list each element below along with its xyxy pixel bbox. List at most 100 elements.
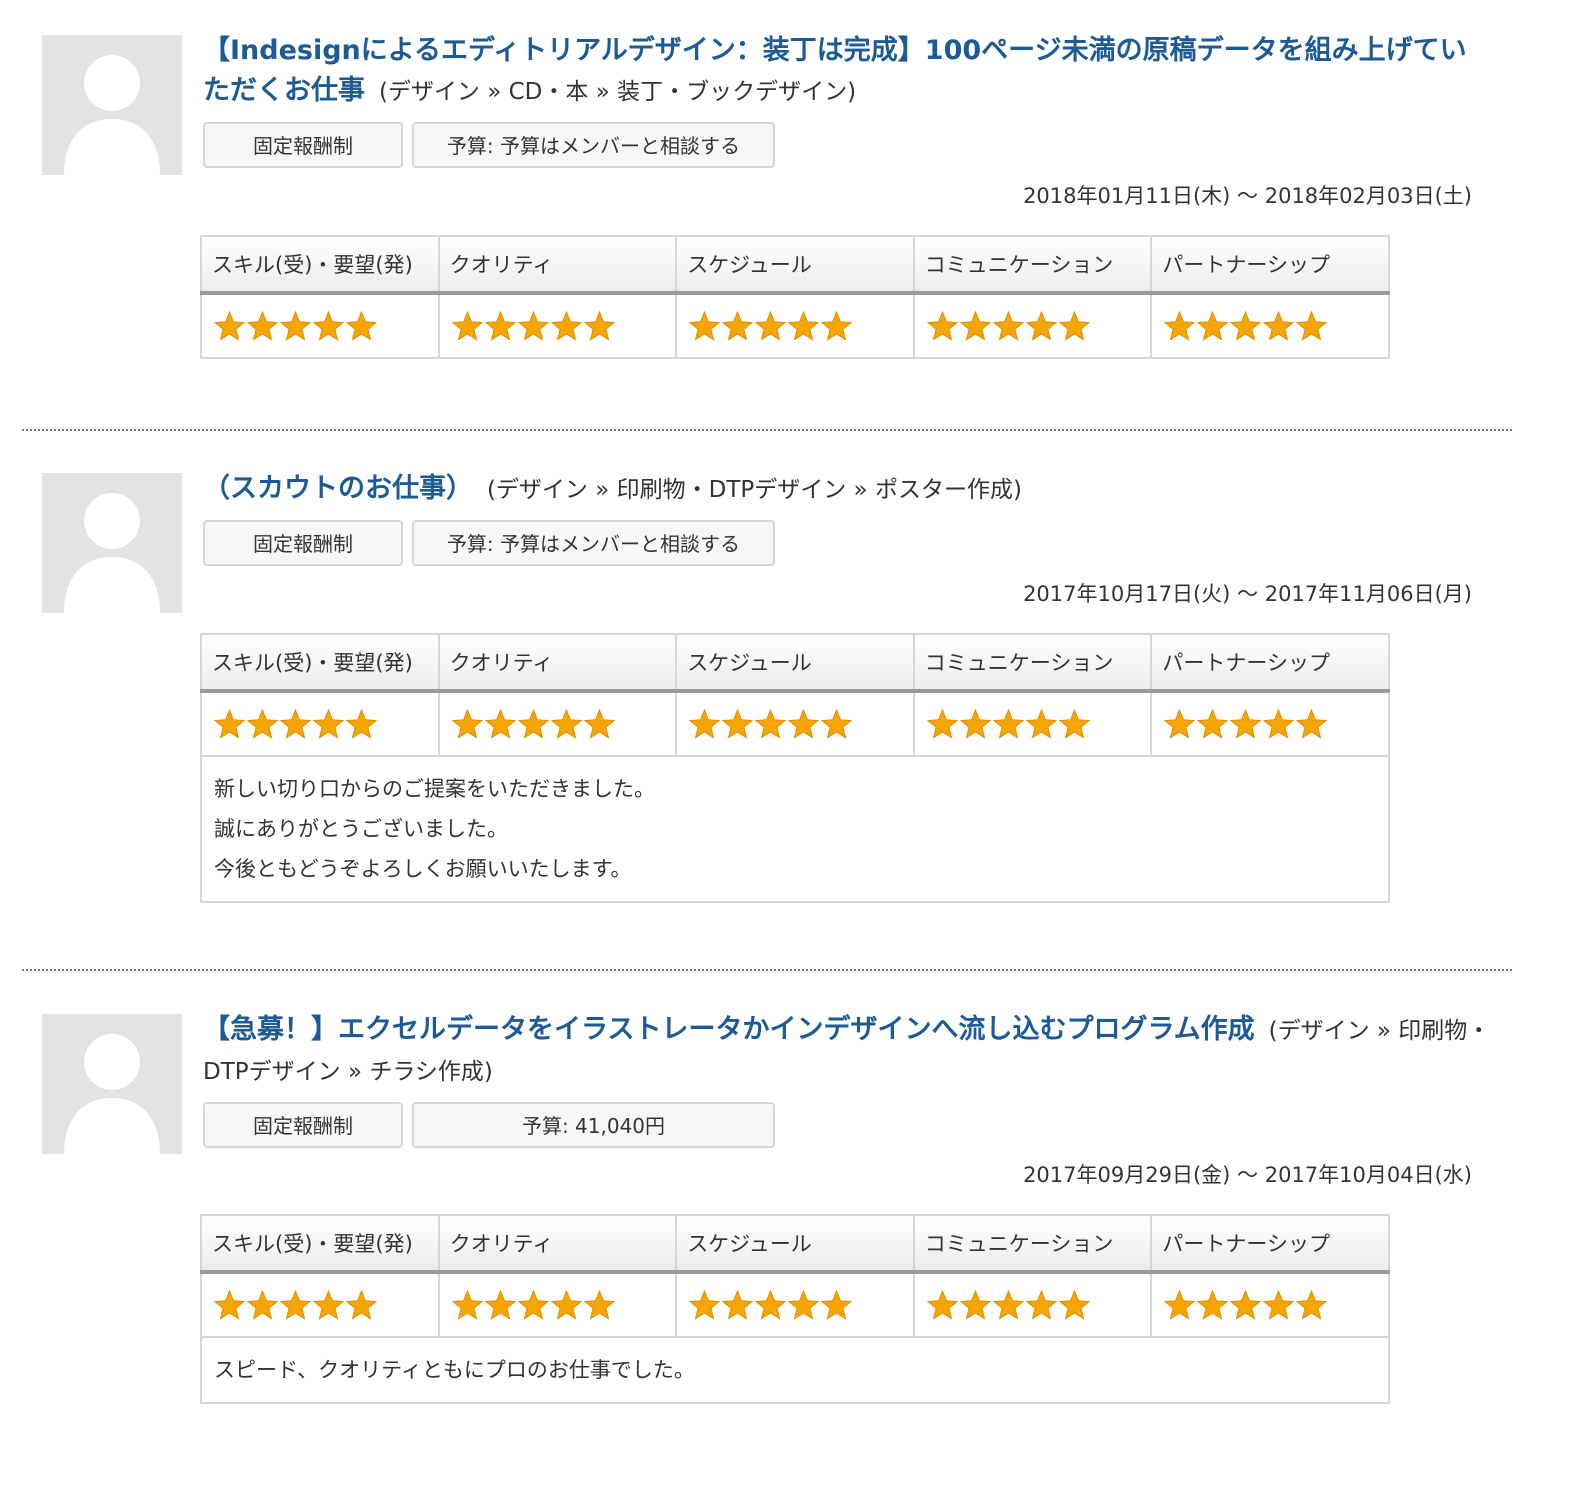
ratings-table: スキル(受)・要望(発) クオリティ スケジュール コミュニケーション パートナーシップ… [200, 1214, 1390, 1404]
star-icon [722, 311, 754, 341]
job-tags: 固定報酬制 予算: 予算はメンバーと相談する [203, 520, 1493, 570]
pay-type-badge: 固定報酬制 [203, 1102, 403, 1148]
ratings-star-row [200, 292, 1390, 359]
rating-criterion-header: スキル(受)・要望(発) [200, 235, 440, 295]
default-user-avatar-icon [42, 35, 182, 175]
job-tags: 固定報酬制 予算: 予算はメンバーと相談する [203, 122, 1493, 172]
review-comment-line: 今後ともどうぞよろしくお願いいたします。 [214, 857, 632, 881]
job-period: 2018年01月11日(木) 〜 2018年02月03日(土) [1023, 180, 1472, 210]
star-icon [247, 709, 278, 739]
rating-criterion-header: コミュニケーション [912, 235, 1153, 295]
period-start: 2017年10月17日(火) [1023, 582, 1231, 606]
rating-criterion-header: コミュニケーション [912, 633, 1153, 693]
rating-criterion-header: パートナーシップ [1150, 235, 1390, 295]
period-separator: 〜 [1237, 184, 1259, 208]
budget-badge: 予算: 41,040円 [412, 1102, 775, 1148]
rating-criterion-header: クオリティ [437, 633, 678, 693]
star-icon [722, 1290, 754, 1320]
star-icon [214, 311, 245, 341]
star-icon [583, 311, 615, 341]
star-icon [755, 709, 787, 739]
rating-stars-cell [1150, 292, 1390, 359]
star-icon [992, 709, 1024, 739]
star-icon [821, 1290, 853, 1320]
job-category: (デザイン » CD・本 » 装丁・ブックデザイン) [378, 79, 857, 105]
star-rating [214, 311, 426, 341]
job-period: 2017年09月29日(金) 〜 2017年10月04日(水) [1023, 1159, 1472, 1189]
job-tags: 固定報酬制 予算: 41,040円 [203, 1102, 1493, 1152]
star-icon [1263, 709, 1295, 739]
star-icon [280, 311, 311, 341]
star-icon [451, 311, 483, 341]
ratings-star-row [200, 690, 1390, 757]
rating-criterion-header: スキル(受)・要望(発) [200, 633, 440, 693]
star-rating [451, 709, 664, 739]
star-icon [788, 709, 820, 739]
period-end: 2017年11月06日(月) [1264, 582, 1472, 606]
review-list: 【Indesignによるエディトリアルデザイン：装丁は完成】100ページ未満の原… [0, 0, 1592, 1488]
job-title-line: （スカウトのお仕事） (デザイン » 印刷物・DTPデザイン » ポスター作成) [203, 469, 1493, 510]
period-end: 2017年10月04日(水) [1264, 1163, 1472, 1187]
star-rating [689, 1290, 901, 1320]
star-icon [926, 709, 958, 739]
star-icon [484, 1290, 516, 1320]
rating-stars-cell [1150, 1271, 1390, 1338]
job-period: 2017年10月17日(火) 〜 2017年11月06日(月) [1023, 578, 1472, 608]
pay-type-badge: 固定報酬制 [203, 122, 403, 168]
star-icon [1197, 1290, 1229, 1320]
star-icon [722, 709, 754, 739]
star-icon [1164, 311, 1196, 341]
rating-stars-cell [200, 690, 440, 757]
star-icon [1263, 1290, 1295, 1320]
rating-stars-cell [675, 690, 915, 757]
star-icon [1230, 709, 1262, 739]
star-rating [1164, 1290, 1376, 1320]
period-separator: 〜 [1237, 1163, 1259, 1187]
rating-criterion-header: パートナーシップ [1150, 633, 1390, 693]
ratings-table: スキル(受)・要望(発) クオリティ スケジュール コミュニケーション パートナーシップ [200, 235, 1390, 359]
star-icon [1025, 1290, 1057, 1320]
ratings-star-row [200, 1271, 1390, 1338]
star-icon [346, 709, 377, 739]
job-title-link[interactable]: 【急募！】エクセルデータをイラストレータかインデザインへ流し込むプログラム作成 [203, 1014, 1255, 1045]
review-comment-line: スピード、クオリティともにプロのお仕事でした。 [214, 1358, 695, 1382]
star-icon [1025, 709, 1057, 739]
star-icon [550, 709, 582, 739]
star-rating [451, 1290, 664, 1320]
rating-stars-cell [437, 1271, 678, 1338]
ratings-header-row: スキル(受)・要望(発) クオリティ スケジュール コミュニケーション パートナーシップ [200, 235, 1390, 295]
star-rating [214, 1290, 426, 1320]
rating-criterion-header: クオリティ [437, 235, 678, 295]
review-comment-line: 誠にありがとうございました。 [214, 817, 508, 841]
star-icon [755, 1290, 787, 1320]
job-title-link[interactable]: （スカウトのお仕事） [203, 473, 473, 504]
rating-criterion-header: クオリティ [437, 1214, 678, 1274]
rating-stars-cell [437, 690, 678, 757]
default-user-avatar-icon [42, 1014, 182, 1154]
star-icon [451, 709, 483, 739]
rating-criterion-header: スケジュール [675, 235, 915, 295]
star-icon [1058, 709, 1090, 739]
star-icon [1296, 1290, 1328, 1320]
star-icon [451, 1290, 483, 1320]
rating-criterion-header: パートナーシップ [1150, 1214, 1390, 1274]
star-rating [689, 311, 901, 341]
rating-stars-cell [912, 292, 1153, 359]
rating-stars-cell [912, 1271, 1153, 1338]
star-icon [689, 1290, 721, 1320]
star-icon [583, 1290, 615, 1320]
star-icon [1164, 709, 1196, 739]
star-icon [346, 311, 377, 341]
star-icon [313, 709, 344, 739]
rating-criterion-header: スケジュール [675, 1214, 915, 1274]
star-icon [346, 1290, 377, 1320]
star-icon [550, 1290, 582, 1320]
star-icon [1025, 311, 1057, 341]
star-icon [1296, 709, 1328, 739]
period-separator: 〜 [1237, 582, 1259, 606]
star-icon [517, 1290, 549, 1320]
star-icon [214, 709, 245, 739]
budget-badge: 予算: 予算はメンバーと相談する [412, 520, 775, 566]
star-icon [926, 1290, 958, 1320]
star-rating [1164, 709, 1376, 739]
